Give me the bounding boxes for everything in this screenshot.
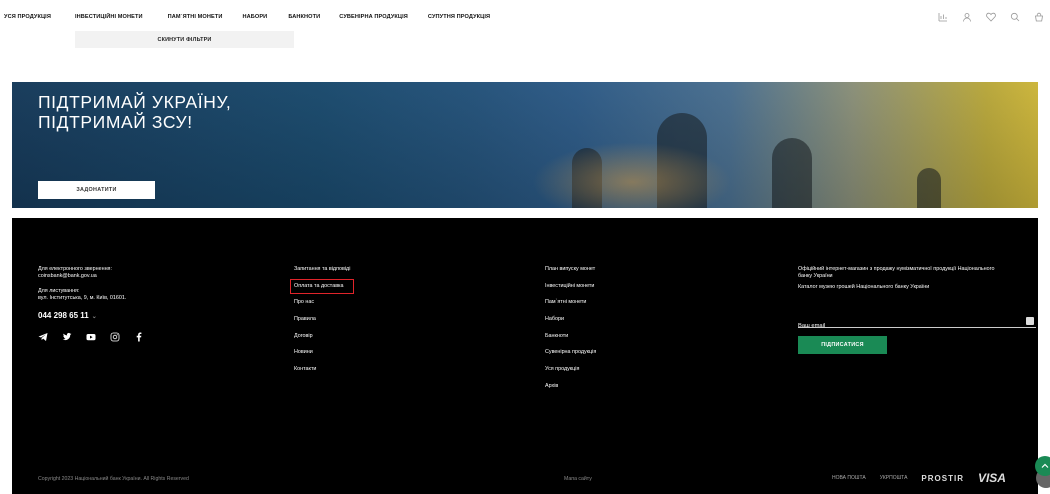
newsletter-email-field[interactable] [798, 314, 1036, 329]
telegram-icon[interactable] [38, 332, 48, 342]
footer-link-commemorative-coins[interactable]: Пам`ятні монети [545, 299, 596, 306]
email-input[interactable] [798, 323, 998, 329]
nav-banknotes[interactable]: Банкноти [288, 14, 320, 20]
compare-icon[interactable] [936, 10, 950, 24]
about-text-line2: банку України [798, 273, 833, 279]
prostir-logo: PROSTIR [921, 473, 964, 483]
nav-souvenirs[interactable]: Сувенірна продукція [339, 14, 408, 20]
footer-link-about[interactable]: Про нас [294, 299, 350, 306]
copyright: Copyright 2023 Національний банк України… [38, 476, 189, 482]
footer-link-rules[interactable]: Правила [294, 316, 350, 323]
contact-phone[interactable]: 044 298 65 11 ⌄ [38, 311, 144, 320]
facebook-icon[interactable] [134, 332, 144, 342]
about-text-line1: Офіційний інтернет-магазин з продажу нум… [798, 266, 995, 272]
contact-address: вул. Інститутська, 9, м. Київ, 01601. [38, 295, 127, 301]
scroll-to-top-button[interactable] [1035, 456, 1050, 476]
footer-link-coin-plan[interactable]: План випуску монет [545, 266, 596, 273]
main-nav: Уся продукція Інвестиційні монети Пам`ят… [0, 0, 490, 34]
nova-poshta-logo: НОВА ПОШТА [832, 475, 866, 481]
top-navigation-bar: Уся продукція Інвестиційні монети Пам`ят… [0, 0, 1050, 34]
footer-link-investment-coins[interactable]: Інвестиційні монети [545, 283, 596, 290]
banner-title-line2: ПІДТРИМАЙ ЗСУ! [38, 112, 193, 132]
consent-checkbox[interactable] [1026, 317, 1034, 325]
footer-link-contacts[interactable]: Контакти [294, 366, 350, 373]
footer-links-catalog: План випуску монет Інвестиційні монети П… [545, 266, 596, 400]
instagram-icon[interactable] [110, 332, 120, 342]
post-label: Для листування: [38, 288, 80, 294]
footer-contacts: Для електронного звернення: coinsbank@ba… [38, 266, 144, 342]
social-links [38, 332, 144, 342]
chevron-down-icon[interactable]: ⌄ [92, 314, 97, 320]
footer-link-archive[interactable]: Архів [545, 383, 596, 390]
youtube-icon[interactable] [86, 332, 96, 342]
ukrposhta-logo: УКРПОШТА [879, 475, 908, 481]
footer-link-souvenirs[interactable]: Сувенірна продукція [545, 349, 596, 356]
sitemap-link[interactable]: Мапа сайту [564, 476, 592, 482]
contact-email[interactable]: coinsbank@bank.gov.ua [38, 273, 144, 280]
search-icon[interactable] [1008, 10, 1022, 24]
nav-commemorative-coins[interactable]: Пам`ятні монети [168, 14, 223, 20]
banner-title-line1: ПІДТРИМАЙ УКРАЇНУ, [38, 92, 232, 112]
header-icons [936, 10, 1046, 24]
footer-link-contract[interactable]: Договір [294, 333, 350, 340]
nav-investment-coins[interactable]: Інвестиційні монети [75, 14, 143, 20]
cart-icon[interactable] [1032, 10, 1046, 24]
footer-link-sets[interactable]: Набори [545, 316, 596, 323]
visa-logo: VISA [977, 471, 1006, 485]
email-label: Для електронного звернення: [38, 266, 112, 272]
footer-link-banknotes[interactable]: Банкноти [545, 333, 596, 340]
subscribe-button[interactable]: ПІДПИСАТИСЯ [798, 336, 887, 354]
nav-related-products[interactable]: Супутня продукція [428, 14, 490, 20]
heart-icon[interactable] [984, 10, 998, 24]
twitter-icon[interactable] [62, 332, 72, 342]
footer-link-faq[interactable]: Запитання та відповіді [294, 266, 350, 273]
footer-link-news[interactable]: Новини [294, 349, 350, 356]
catalog-link[interactable]: Каталог музею грошей Національного банку… [798, 284, 995, 291]
nav-sets[interactable]: Набори [243, 14, 268, 20]
banner-title: ПІДТРИМАЙ УКРАЇНУ, ПІДТРИМАЙ ЗСУ! [38, 92, 231, 132]
footer-about: Офіційний інтернет-магазин з продажу нум… [798, 266, 995, 291]
phone-number[interactable]: 044 298 65 11 [38, 311, 89, 320]
profile-icon[interactable] [960, 10, 974, 24]
donate-button[interactable]: ЗАДОНАТИТИ [38, 181, 155, 199]
footer: Для електронного звернення: coinsbank@ba… [12, 218, 1038, 494]
support-ukraine-banner: ПІДТРИМАЙ УКРАЇНУ, ПІДТРИМАЙ ЗСУ! ЗАДОНА… [12, 82, 1038, 208]
footer-link-all-products[interactable]: Уся продукція [545, 366, 596, 373]
footer-links-info: Запитання та відповіді Оплата та доставк… [289, 266, 355, 383]
nav-all-products[interactable]: Уся продукція [4, 14, 51, 20]
reset-filters-button[interactable]: СКИНУТИ ФІЛЬТРИ [75, 31, 294, 48]
footer-link-payment-delivery[interactable]: Оплата та доставка [289, 278, 355, 294]
chevron-up-icon [1041, 463, 1049, 468]
payment-logos: НОВА ПОШТА УКРПОШТА PROSTIR VISA [832, 471, 1006, 485]
